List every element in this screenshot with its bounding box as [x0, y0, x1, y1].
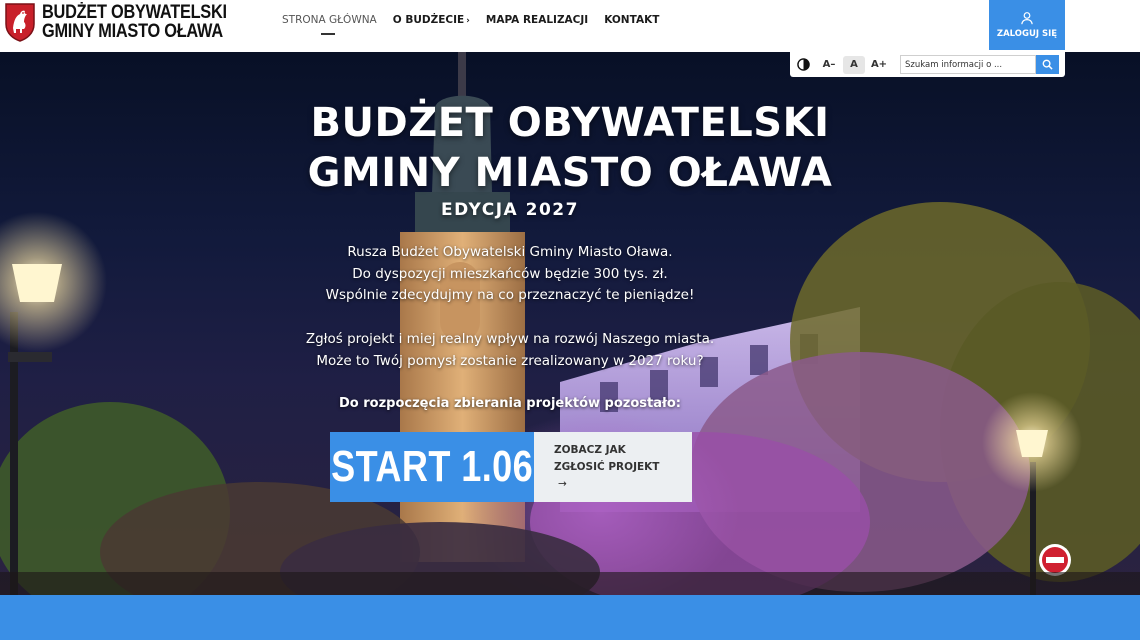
arrow-right-icon: →: [558, 477, 567, 490]
chevron-right-icon: ›: [466, 16, 470, 26]
city-crest-icon: [5, 3, 35, 42]
main-nav: STRONA GŁÓWNA O BUDŻECIE › MAPA REALIZACJ…: [282, 14, 675, 35]
how-to-submit-label: ZOBACZ JAK ZGŁOSIĆ PROJEKT →: [554, 442, 659, 493]
nav-contact[interactable]: KONTAKT: [604, 14, 659, 26]
accessibility-toolbar: A– A A+: [790, 52, 1065, 77]
login-button[interactable]: ZALOGUJ SIĘ: [989, 0, 1065, 50]
user-icon: [1021, 12, 1033, 25]
hero-cta-paragraph: Zgłoś projekt i miej realny wpływ na roz…: [0, 329, 1020, 372]
site-header: BUDŻET OBYWATELSKI GMINY MIASTO OŁAWA ST…: [0, 0, 1140, 52]
bottom-section-band: [0, 595, 1140, 640]
search-button[interactable]: [1036, 55, 1059, 74]
hero-title-line2: GMINY MIASTO OŁAWA: [307, 150, 833, 196]
hero-intro-line: Rusza Budżet Obywatelski Gminy Miasto Oł…: [347, 244, 673, 260]
font-normal-button[interactable]: A: [843, 55, 865, 74]
search-icon: [1042, 59, 1053, 70]
hero-intro-line: Do dyspozycji mieszkańców będzie 300 tys…: [352, 265, 668, 282]
logo-line1: BUDŻET OBYWATELSKI: [42, 2, 227, 23]
how-to-submit-button[interactable]: ZOBACZ JAK ZGŁOSIĆ PROJEKT →: [534, 432, 692, 502]
nav-about[interactable]: O BUDŻECIE ›: [393, 14, 470, 26]
hero-intro-paragraph: Rusza Budżet Obywatelski Gminy Miasto Oł…: [0, 242, 1020, 307]
site-logo[interactable]: BUDŻET OBYWATELSKI GMINY MIASTO OŁAWA: [4, 2, 257, 42]
how-to-line2-text: ZGŁOSIĆ PROJEKT: [554, 460, 660, 473]
nav-map[interactable]: MAPA REALIZACJI: [486, 14, 588, 26]
logo-text: BUDŻET OBYWATELSKI GMINY MIASTO OŁAWA: [42, 3, 227, 41]
hero-edition: EDYCJA 2027: [441, 200, 579, 220]
start-date-badge: START 1.06: [330, 432, 535, 502]
how-to-line2: ZGŁOSIĆ PROJEKT →: [554, 459, 659, 493]
hero-title-line1: BUDŻET OBYWATELSKI: [310, 100, 830, 146]
how-to-line1: ZOBACZ JAK: [554, 443, 626, 456]
start-date-text: START 1.06: [331, 442, 534, 491]
contrast-icon[interactable]: [797, 58, 810, 71]
hero-cta-line: Zgłoś projekt i miej realny wpływ na roz…: [305, 331, 715, 347]
countdown-label: Do rozpoczęcia zbierania projektów pozos…: [339, 396, 681, 411]
font-decrease-button[interactable]: A–: [818, 56, 840, 74]
nav-about-label: O BUDŻECIE: [392, 14, 465, 26]
hero-intro-line: Wspólnie zdecydujmy na co przeznaczyć te…: [325, 287, 695, 303]
login-label: ZALOGUJ SIĘ: [996, 29, 1058, 39]
logo-line2: GMINY MIASTO OŁAWA: [42, 21, 223, 42]
search-input[interactable]: [900, 55, 1036, 74]
nav-home[interactable]: STRONA GŁÓWNA: [282, 14, 377, 35]
hero-cta-line: Może to Twój pomysł zostanie zrealizowan…: [316, 352, 704, 369]
font-increase-button[interactable]: A+: [868, 56, 890, 74]
hero-title: BUDŻET OBYWATELSKI GMINY MIASTO OŁAWA: [0, 98, 1140, 198]
hero-section: BUDŻET OBYWATELSKI GMINY MIASTO OŁAWA ED…: [0, 52, 1140, 595]
